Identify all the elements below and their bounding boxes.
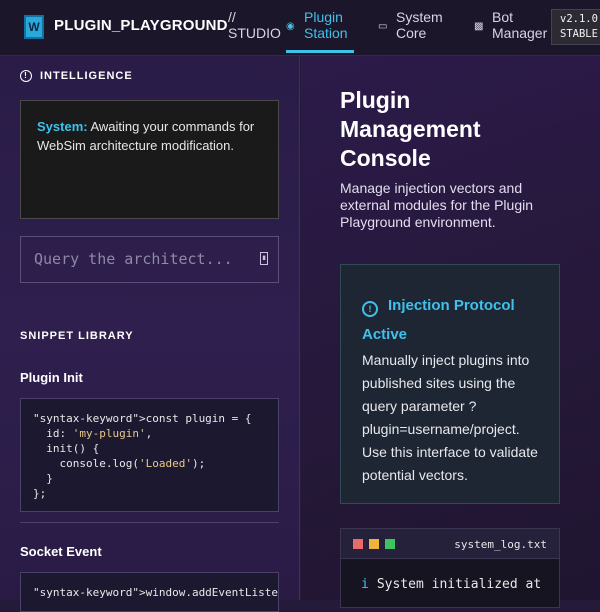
- snippet-title[interactable]: Plugin Init: [20, 370, 83, 385]
- nav-label: Plugin Station: [304, 9, 348, 41]
- log-line: i System initialized at: [361, 577, 542, 592]
- code-line: };: [33, 487, 47, 500]
- code-line: init() {: [33, 442, 100, 455]
- snippet-library-heading: SNIPPET LIBRARY: [20, 330, 134, 342]
- code-line: id: 'my-plugin',: [33, 426, 278, 441]
- snippet-title[interactable]: Socket Event: [20, 544, 102, 559]
- minimize-dot-icon: [369, 539, 379, 549]
- version-badge: v2.1.0 STABLE: [551, 9, 600, 45]
- active-tab-indicator: [286, 50, 354, 53]
- sidebar: ! INTELLIGENCE System: Awaiting your comm…: [0, 56, 300, 612]
- info-icon: i: [361, 577, 369, 592]
- protocol-card: ! Injection Protocol Active Manually inje…: [340, 264, 560, 504]
- page-description: Manage injection vectors and external mo…: [340, 180, 533, 230]
- page-title: Plugin Management Console: [340, 87, 481, 171]
- info-icon: !: [20, 70, 32, 83]
- version-channel: STABLE: [560, 28, 598, 40]
- terminal-filename: system_log.txt: [454, 538, 547, 551]
- message-sender: System:: [37, 119, 88, 134]
- main-content: Plugin Management Console Manage injecti…: [301, 56, 600, 608]
- code-line: "syntax-keyword">const plugin = {: [33, 412, 252, 425]
- app-name: PLUGIN_PLAYGROUND: [54, 17, 228, 34]
- snippet-code[interactable]: "syntax-keyword">window.addEventListe: [20, 572, 279, 612]
- snippet-divider: [20, 522, 279, 523]
- system-log-terminal: system_log.txt i System initialized at: [340, 528, 560, 608]
- globe-icon: ◉: [286, 21, 295, 32]
- app-subtitle: // STUDIO: [228, 9, 281, 41]
- nav-label: Bot Manager: [492, 9, 548, 41]
- code-line: console.log('Loaded');: [33, 456, 278, 471]
- send-icon[interactable]: ∎: [260, 252, 268, 265]
- query-input[interactable]: Query the architect... ∎: [20, 236, 279, 283]
- query-placeholder: Query the architect...: [34, 250, 233, 268]
- code-text: console.log('Loaded');: [33, 457, 206, 470]
- snippet-code[interactable]: "syntax-keyword">const plugin = { id: 'm…: [20, 398, 279, 512]
- monitor-icon: ▭: [378, 21, 388, 32]
- code-text: id: 'my-plugin',: [33, 427, 153, 440]
- protocol-heading: ! Injection Protocol Active: [362, 297, 515, 343]
- maximize-dot-icon: [385, 539, 395, 549]
- close-dot-icon: [353, 539, 363, 549]
- app-logo-icon[interactable]: W: [24, 15, 44, 39]
- bot-icon: ▩: [474, 21, 484, 32]
- code-line: "syntax-keyword">window.addEventListe: [33, 586, 279, 599]
- assistant-message: System: Awaiting your commands for WebSi…: [20, 100, 279, 219]
- terminal-titlebar: system_log.txt: [341, 529, 559, 559]
- intelligence-heading: ! INTELLIGENCE: [20, 70, 133, 83]
- protocol-body: Manually inject plugins into published s…: [362, 352, 538, 483]
- info-icon: !: [362, 301, 378, 317]
- nav-label: System Core: [396, 9, 443, 41]
- code-line: }: [33, 472, 53, 485]
- top-header: W PLUGIN_PLAYGROUND // STUDIO ◉ Plugin S…: [0, 0, 600, 56]
- version-number: v2.1.0: [560, 13, 598, 25]
